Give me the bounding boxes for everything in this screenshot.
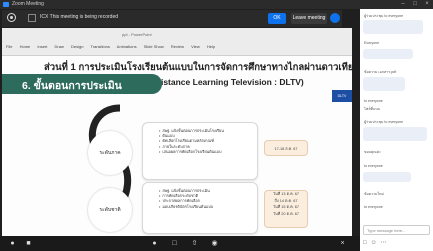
regional-date-box: 17-18 ส.ค. 67 xyxy=(264,140,308,156)
emoji-icon[interactable]: ☺ xyxy=(371,240,381,246)
share-icon[interactable]: ⇧ xyxy=(190,239,199,248)
record-icon[interactable]: ◉ xyxy=(210,239,219,248)
shared-screen: ppt - PowerPoint File Home Insert Draw D… xyxy=(2,28,352,236)
recording-banner: ICX This meeting is being recorded OK Le… xyxy=(2,10,342,27)
more-icon[interactable]: ⋯ xyxy=(381,240,391,246)
chat-message: to everyone xyxy=(364,164,383,168)
step-title: 6. ขั้นตอนการประเมิน xyxy=(22,80,122,92)
mic-icon[interactable]: ● xyxy=(8,239,17,248)
chat-message: ไฟล์ที่แนบ xyxy=(364,107,380,111)
chat-message: ผู้ร่วมประชุม to everyone xyxy=(364,120,404,124)
ppt-tabs: File Home Insert Draw Design Transitions… xyxy=(6,44,221,49)
slide: ส่วนที่ 1 การประเมินโรงเรียนต้นแบบในการจ… xyxy=(2,56,352,236)
chat-bubble xyxy=(363,20,423,34)
ppt-tab[interactable]: Draw xyxy=(55,44,64,49)
regional-level-circle: ระดับภาค xyxy=(88,131,132,175)
ppt-ribbon: ppt - PowerPoint File Home Insert Draw D… xyxy=(2,28,352,56)
ppt-tab[interactable]: Design xyxy=(71,44,83,49)
national-date-box: วันที่ 13 ต.ค. 67 ถึง 14 ต.ค. 67 วันที่ … xyxy=(264,190,308,228)
title-bar: Zoom Meeting – □ × xyxy=(0,0,433,9)
ppt-tab[interactable]: Insert xyxy=(37,44,47,49)
slide-subheader: (Distance Learning Television : DLTV) xyxy=(152,77,304,87)
file-icon[interactable]: □ xyxy=(363,240,371,246)
stop-icon[interactable] xyxy=(28,14,36,22)
ppt-tab[interactable]: Help xyxy=(207,44,215,49)
regional-panel: สพฐ. แจ้งขั้นตอนการประเมินโรงเรียน ต้นแบ… xyxy=(142,122,258,180)
end-icon[interactable]: × xyxy=(338,239,347,248)
ok-button[interactable]: OK xyxy=(268,13,286,24)
ppt-tab[interactable]: Home xyxy=(20,44,31,49)
step-title-box: 6. ขั้นตอนการประเมิน xyxy=(2,74,162,94)
bullet: คัดเลือกโรงเรียนตามหลักเกณฑ์ xyxy=(159,139,224,144)
meeting-toolbar: ● ■ ● □ ⇧ ◉ × xyxy=(0,236,360,251)
chat-bubble xyxy=(363,172,411,182)
chat-message: to everyone xyxy=(364,99,383,103)
record-icon xyxy=(7,13,16,22)
bullet: มอบเกียรติบัตรโรงเรียนต้นแบบ xyxy=(159,205,213,210)
leave-meeting-button[interactable]: Leave meeting xyxy=(291,13,327,24)
chat-message: ข้อความใหม่ xyxy=(364,192,384,196)
chat-bubble xyxy=(363,49,413,59)
ppt-tab[interactable]: Review xyxy=(171,44,184,49)
participants-icon[interactable]: ● xyxy=(150,239,159,248)
chat-message: ผู้ร่วมประชุม to everyone xyxy=(364,14,404,18)
ppt-tab[interactable]: Animations xyxy=(117,44,137,49)
date-text: 17-18 ส.ค. 67 xyxy=(274,147,298,151)
window-title: Zoom Meeting xyxy=(12,1,44,7)
chat-bubble xyxy=(363,127,427,141)
chat-panel: ผู้ร่วมประชุม to everyone Everyone ข้อคว… xyxy=(360,9,433,251)
ppt-tab[interactable]: Slide Show xyxy=(144,44,164,49)
chat-message: to everyone xyxy=(364,205,383,209)
file-attachment[interactable] xyxy=(363,77,405,91)
national-level-circle: ระดับชาติ xyxy=(88,188,132,232)
zoom-window: Zoom Meeting – □ × ICX This meeting is b… xyxy=(0,0,433,251)
chat-icon[interactable]: □ xyxy=(170,239,179,248)
date-text: วันที่ 20 ต.ค. 67 xyxy=(273,211,299,216)
minimize-icon[interactable]: – xyxy=(397,0,409,9)
chat-message: ข้อความ เอกสาร.pdf xyxy=(364,70,397,74)
info-icon[interactable] xyxy=(330,13,340,23)
close-icon[interactable]: × xyxy=(421,0,433,9)
ppt-tab[interactable]: View xyxy=(191,44,200,49)
ppt-tab[interactable]: File xyxy=(6,44,12,49)
national-panel: สพฐ. แจ้งขั้นตอนการประเมิน การคัดเลือกระ… xyxy=(142,182,258,234)
video-icon[interactable]: ■ xyxy=(24,239,33,248)
ppt-tab[interactable]: Transitions xyxy=(90,44,109,49)
dltv-badge: DLTV xyxy=(332,90,352,102)
maximize-icon[interactable]: □ xyxy=(409,0,421,9)
zoom-logo-icon xyxy=(3,2,9,7)
ppt-doc-title: ppt - PowerPoint xyxy=(122,32,152,37)
slide-header: ส่วนที่ 1 การประเมินโรงเรียนต้นแบบในการจ… xyxy=(44,62,352,73)
chat-message: Everyone xyxy=(364,41,380,45)
chat-tools: □☺⋯ xyxy=(363,239,391,246)
chat-message: ขอบคุณค่ะ xyxy=(364,150,381,154)
chat-input[interactable]: Type message here... xyxy=(363,225,430,235)
bullet: เสนอผลการคัดเลือกโรงเรียนต้นแบบ xyxy=(159,150,224,155)
recording-text: ICX This meeting is being recorded xyxy=(40,14,119,20)
